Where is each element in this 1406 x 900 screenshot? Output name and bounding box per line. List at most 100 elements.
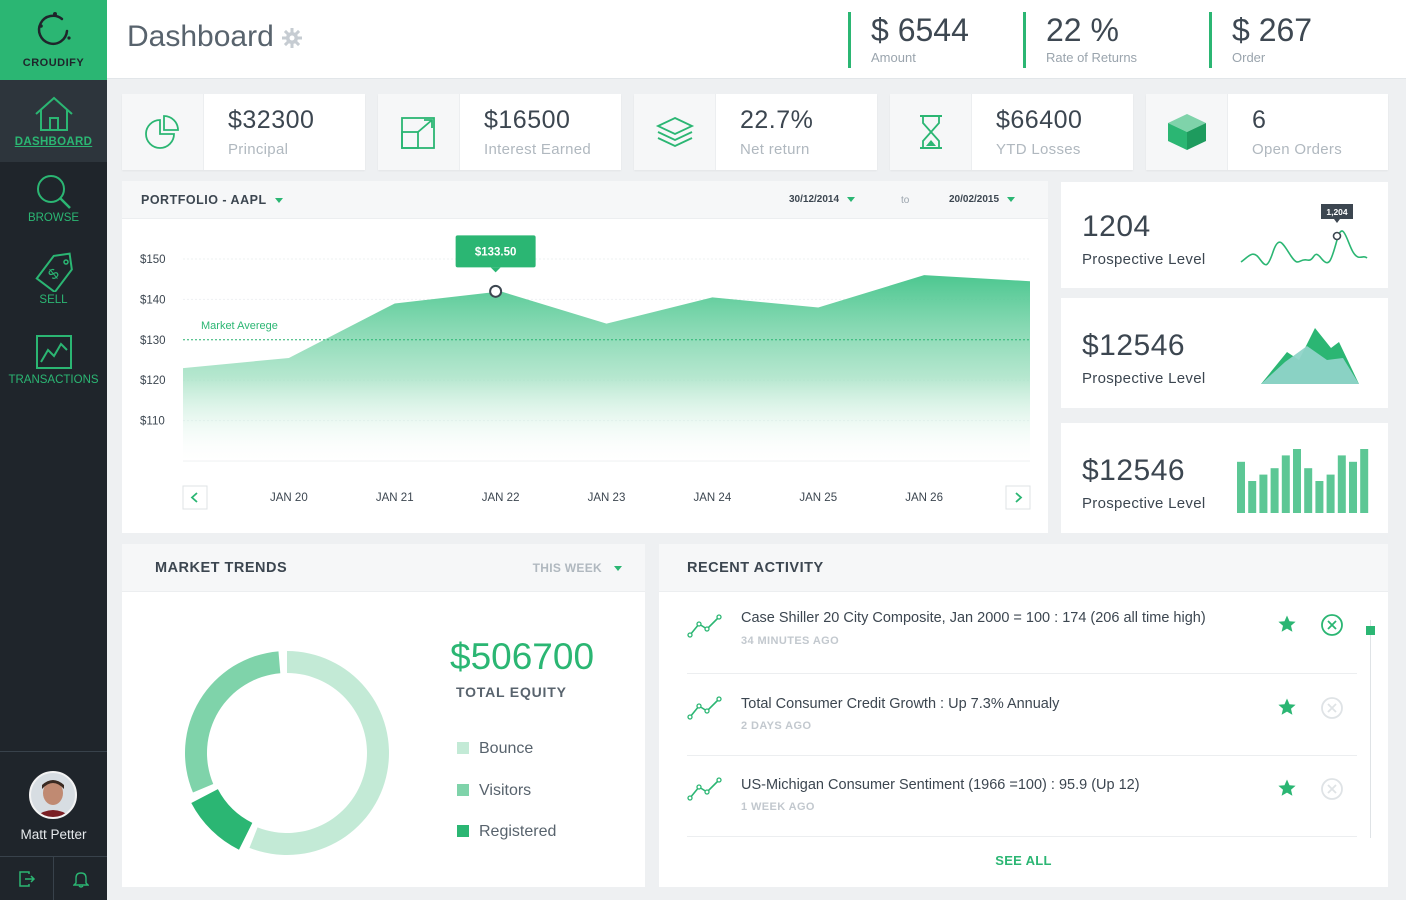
x-tick-label: JAN 22 bbox=[482, 492, 520, 504]
stat-card-icon-box bbox=[122, 94, 204, 170]
activity-time: 2 DAYS AGO bbox=[741, 720, 812, 732]
activity-item[interactable]: Total Consumer Credit Growth : Up 7.3% A… bbox=[687, 676, 1357, 756]
mountain-back bbox=[1261, 346, 1359, 384]
bar bbox=[1259, 474, 1268, 513]
trend-line-icon bbox=[687, 777, 722, 801]
bar bbox=[1304, 468, 1313, 513]
stat-card-value: 6 bbox=[1252, 106, 1267, 134]
sidebar-item-label: DASHBOARD bbox=[14, 136, 93, 148]
stat-card-ytd-losses[interactable]: $66400 YTD Losses bbox=[890, 94, 1133, 170]
stat-card-value: $66400 bbox=[996, 106, 1083, 134]
date-to-value: 20/02/2015 bbox=[949, 194, 1000, 205]
user-name[interactable]: Matt Petter bbox=[0, 827, 107, 842]
stat-card-principal[interactable]: $32300 Principal bbox=[122, 94, 365, 170]
close-icon[interactable] bbox=[1320, 777, 1344, 801]
chart-prev-button[interactable] bbox=[182, 485, 208, 510]
star-icon[interactable] bbox=[1277, 614, 1297, 634]
total-equity-value: $506700 bbox=[450, 636, 595, 677]
star-icon[interactable] bbox=[1277, 778, 1297, 798]
sparkline-chart: 1,204 bbox=[1240, 204, 1368, 266]
bar bbox=[1349, 461, 1357, 513]
date-from-value: 30/12/2014 bbox=[789, 194, 840, 205]
brand-logo[interactable]: CROUDIFY bbox=[0, 0, 107, 80]
x-tick-label: JAN 23 bbox=[588, 492, 626, 504]
avatar[interactable] bbox=[29, 771, 77, 819]
chevron-down-icon bbox=[274, 198, 283, 204]
activity-text: US-Michigan Consumer Sentiment (1966 =10… bbox=[741, 777, 1140, 793]
stat-card-label: Net return bbox=[740, 141, 810, 158]
activity-item[interactable]: Case Shiller 20 City Composite, Jan 2000… bbox=[687, 594, 1357, 674]
notifications-button[interactable] bbox=[54, 857, 107, 900]
stat-card-label: Principal bbox=[228, 141, 289, 158]
header-stat-amount: $ 6544 Amount bbox=[848, 12, 969, 68]
see-all-link[interactable]: SEE ALL bbox=[659, 853, 1388, 868]
stat-card-label: Open Orders bbox=[1252, 141, 1343, 158]
bar bbox=[1248, 481, 1257, 513]
stat-card-net-return[interactable]: 22.7% Net return bbox=[634, 94, 877, 170]
y-tick-label: $110 bbox=[140, 416, 165, 428]
logout-icon bbox=[18, 871, 35, 887]
highlight-point[interactable] bbox=[489, 284, 503, 298]
prospective-card-mountain[interactable]: $12546 Prospective Level bbox=[1061, 298, 1388, 408]
stat-card-interest[interactable]: $16500 Interest Earned bbox=[378, 94, 621, 170]
bar bbox=[1360, 449, 1369, 513]
tooltip-value: $133.50 bbox=[475, 246, 517, 258]
close-icon[interactable] bbox=[1320, 696, 1344, 720]
gear-icon[interactable] bbox=[281, 27, 303, 49]
chart-icon bbox=[35, 335, 72, 369]
activity-item[interactable]: US-Michigan Consumer Sentiment (1966 =10… bbox=[687, 757, 1357, 837]
chart-area-series bbox=[183, 275, 1030, 461]
bar bbox=[1281, 455, 1290, 513]
scrollbar-thumb[interactable] bbox=[1366, 626, 1375, 635]
sidebar-item-transactions[interactable]: TRANSACTIONS bbox=[0, 334, 107, 386]
expand-arrow-icon bbox=[400, 117, 435, 149]
prospective-card-line[interactable]: 1204 Prospective Level 1,204 bbox=[1061, 182, 1388, 288]
y-tick-label: $130 bbox=[140, 335, 166, 347]
period-select[interactable]: THIS WEEK bbox=[533, 561, 622, 575]
bar bbox=[1326, 474, 1335, 513]
sidebar-item-sell[interactable]: $ SELL bbox=[0, 252, 107, 306]
date-from-select[interactable]: 30/12/2014 bbox=[789, 194, 856, 205]
portfolio-panel: PORTFOLIO - AAPL 30/12/2014 to 20/02/201… bbox=[122, 181, 1048, 533]
donut-slice-visitors[interactable] bbox=[185, 651, 281, 793]
chart-next-button[interactable] bbox=[1005, 485, 1031, 510]
portfolio-selector[interactable]: PORTFOLIO - AAPL bbox=[141, 193, 283, 207]
star-icon[interactable] bbox=[1277, 697, 1297, 717]
donut-slice-bounce[interactable] bbox=[249, 651, 389, 855]
stat-card-open-orders[interactable]: 6 Open Orders bbox=[1146, 94, 1388, 170]
legend-label: Visitors bbox=[479, 782, 532, 799]
avatar-image bbox=[31, 773, 75, 817]
scrollbar-track[interactable] bbox=[1370, 620, 1371, 838]
market-trends-title: MARKET TRENDS bbox=[155, 560, 288, 576]
market-trends-header: MARKET TRENDS THIS WEEK bbox=[122, 544, 645, 592]
donut-slice-registered[interactable] bbox=[191, 789, 253, 850]
stat-card-icon-box bbox=[634, 94, 716, 170]
header-stat-label: Order bbox=[1232, 50, 1266, 65]
box-icon bbox=[1167, 114, 1206, 150]
header-stat-returns: 22 % Rate of Returns bbox=[1023, 12, 1137, 68]
bar bbox=[1315, 481, 1324, 513]
header-stat-label: Rate of Returns bbox=[1046, 50, 1138, 65]
market-trends-panel: MARKET TRENDS THIS WEEK $506700 TOTAL EQ… bbox=[122, 544, 645, 887]
stat-card-icon-box bbox=[1146, 94, 1228, 170]
portfolio-chart: Market Averege $150 $140 $130 $120 $110 JAN … bbox=[140, 235, 1031, 510]
home-icon bbox=[34, 96, 73, 131]
logout-button[interactable] bbox=[0, 857, 53, 900]
sidebar-item-browse[interactable]: BROWSE bbox=[0, 172, 107, 224]
y-tick-label: $120 bbox=[140, 375, 166, 387]
date-to-select[interactable]: 20/02/2015 bbox=[949, 194, 1016, 205]
sidebar-item-dashboard[interactable]: DASHBOARD bbox=[0, 80, 107, 162]
dollar-tag-icon: $ bbox=[34, 252, 73, 292]
stat-card-value: $16500 bbox=[484, 106, 571, 134]
portfolio-title: PORTFOLIO - AAPL bbox=[141, 193, 267, 207]
stat-card-label: YTD Losses bbox=[996, 141, 1081, 158]
header-stat-value: $ 267 bbox=[1232, 12, 1313, 48]
close-icon[interactable] bbox=[1320, 613, 1344, 637]
chart-tooltip: $133.50 bbox=[455, 235, 536, 273]
header-stat-value: 22 % bbox=[1046, 12, 1119, 48]
header-stat-value: $ 6544 bbox=[871, 12, 969, 48]
prospective-card-bars[interactable]: $12546 Prospective Level bbox=[1061, 423, 1388, 533]
x-tick-label: JAN 24 bbox=[694, 492, 732, 504]
bell-icon bbox=[72, 872, 89, 888]
recent-activity-title: RECENT ACTIVITY bbox=[687, 560, 824, 576]
